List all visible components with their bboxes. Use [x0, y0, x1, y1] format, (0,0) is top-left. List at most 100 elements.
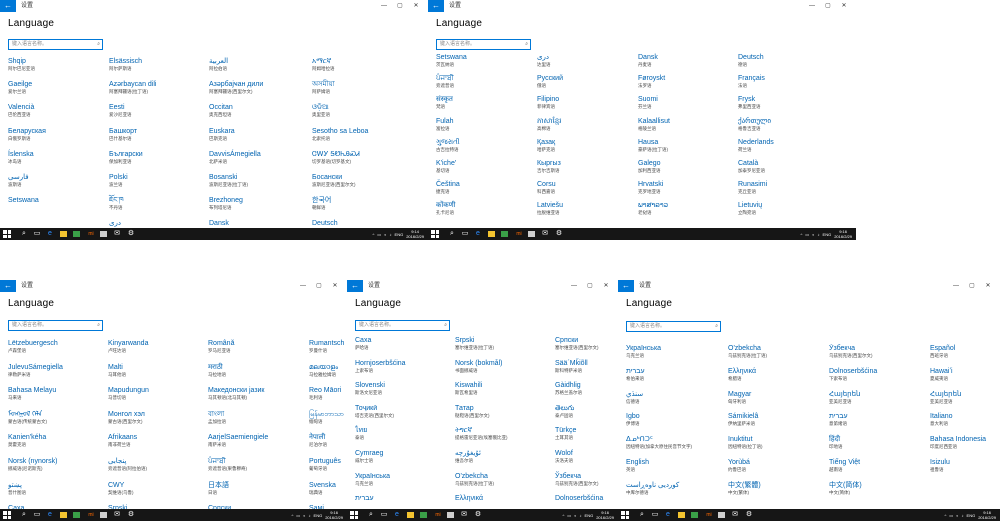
language-item[interactable]: Dansk	[209, 219, 229, 228]
language-item[interactable]: Frysk 弗里西亚语	[738, 95, 761, 110]
language-item[interactable]: Gaeilge 爱尔兰语	[8, 80, 32, 95]
language-item[interactable]: Brezhoneg 布列塔尼语	[209, 196, 243, 211]
windows-start-icon[interactable]	[350, 511, 358, 519]
back-button[interactable]: ←	[347, 280, 363, 292]
language-item[interactable]: Кыргыз 吉尔吉斯语	[537, 159, 561, 174]
language-item[interactable]: Setswana	[8, 196, 39, 205]
language-item[interactable]: Gàidhlig 苏格兰盖尔语	[555, 381, 582, 396]
tray-network-icon[interactable]: ◐	[303, 513, 305, 518]
language-item[interactable]: Türkçe 土耳其语	[555, 426, 576, 441]
language-item[interactable]: ᐃᓄᒃᑎᑐᑦ 因纽特语(加拿大原住民音节文字)	[626, 435, 692, 450]
language-item[interactable]: Inuktitut 因纽特语(拉丁语)	[728, 435, 763, 450]
task-view-icon[interactable]: ▭	[33, 230, 41, 238]
language-item[interactable]: Lietuvių 立陶宛语	[738, 201, 762, 216]
language-item[interactable]: Азәрбајҹан дили 阿塞拜疆语(西里尔文)	[209, 80, 263, 95]
maximize-button[interactable]: ▢	[311, 280, 327, 292]
language-item[interactable]: ཇོང་ཁ 不丹语	[109, 196, 124, 211]
window-icon[interactable]	[100, 512, 107, 518]
language-item[interactable]: ພາສາລາວ 老挝语	[638, 201, 668, 216]
close-button[interactable]: ✕	[980, 280, 996, 292]
edge-icon[interactable]: e	[664, 511, 672, 519]
search-icon[interactable]: ⌕	[97, 41, 100, 48]
close-button[interactable]: ✕	[836, 0, 852, 12]
maximize-button[interactable]: ▢	[964, 280, 980, 292]
search-icon[interactable]: ⌕	[448, 230, 456, 238]
input-language[interactable]: ENG	[823, 232, 832, 237]
language-item[interactable]: Reo Māori 毛利语	[309, 386, 341, 401]
language-item[interactable]: עברית 意第绪语	[829, 412, 848, 427]
language-item[interactable]: Slovenski 斯洛文尼亚语	[355, 381, 385, 396]
language-item[interactable]: Čeština 捷克语	[436, 180, 460, 195]
settings-gear-icon[interactable]: ⚙	[127, 511, 135, 519]
search-icon[interactable]: ⌕	[20, 230, 28, 238]
language-item[interactable]: 中文(繁體) 中文(繁体)	[728, 481, 761, 496]
language-item[interactable]: Hausa 豪萨语(拉丁语)	[638, 138, 668, 153]
language-item[interactable]: Українська 乌克兰语	[355, 472, 390, 487]
clock[interactable]: 9:16 2016/2/29	[325, 510, 343, 520]
language-item[interactable]: ᏣᎳᎩ ᎦᏬᏂᎯᏍᏗ 切罗基语(切罗基文)	[312, 150, 360, 165]
language-item[interactable]: Dansk 丹麦语	[638, 53, 658, 68]
mail-icon[interactable]: ✉	[113, 230, 121, 238]
mi-app-icon[interactable]: mi	[515, 230, 523, 238]
language-item[interactable]: ភាសាខ្មែរ 高棉语	[537, 117, 561, 132]
maximize-button[interactable]: ▢	[392, 0, 408, 12]
input-language[interactable]: ENG	[585, 513, 594, 518]
language-item[interactable]: ગુજરાતી 古吉拉特语	[436, 138, 460, 153]
language-item[interactable]: Isizulu 祖鲁语	[930, 458, 950, 473]
language-item[interactable]: Azərbaycan dili 阿塞拜疆语(拉丁语)	[109, 80, 156, 95]
language-item[interactable]: עברית 希伯来语	[626, 367, 645, 382]
language-item[interactable]: O'zbekcha 乌兹别克语(拉丁语)	[455, 472, 494, 487]
language-item[interactable]: বাংলা 孟加拉语	[208, 410, 226, 425]
edge-icon[interactable]: e	[393, 511, 401, 519]
language-item[interactable]: O'zbekcha 乌兹别克语(拉丁语)	[728, 344, 767, 359]
language-item[interactable]: دری	[109, 219, 121, 228]
language-item[interactable]: Rumantsch 罗曼什语	[309, 339, 344, 354]
language-item[interactable]: Elsässisch 阿尔萨斯语	[109, 57, 142, 72]
language-item[interactable]: Български 保加利亚语	[109, 150, 143, 165]
language-item[interactable]: Wolof 沃洛夫语	[555, 449, 573, 464]
language-item[interactable]: Corsu 科西嘉语	[537, 180, 556, 195]
language-item[interactable]: Galego 加利西亚语	[638, 159, 661, 174]
minimize-button[interactable]: —	[804, 0, 820, 12]
folder-icon[interactable]	[678, 512, 685, 518]
language-item[interactable]: 日本語 日语	[208, 481, 229, 496]
language-item[interactable]: Bosanski 波斯尼亚语(拉丁语)	[209, 173, 248, 188]
folder-icon[interactable]	[60, 512, 67, 518]
language-item[interactable]: မြန်မာဘာသာ 缅甸语	[309, 410, 344, 425]
language-item[interactable]: Hrvatski 克罗地亚语	[638, 180, 663, 195]
language-item[interactable]: Српски 塞尔维亚语(西里尔文)	[555, 336, 599, 351]
language-item[interactable]: नेपाली 尼泊尔语	[309, 433, 327, 448]
search-input[interactable]: 键入语言名称。 ⌕	[355, 320, 450, 331]
language-item[interactable]: Українська 乌克兰语	[626, 344, 661, 359]
language-item[interactable]: Sesotho sa Leboa 北索托语	[312, 127, 368, 142]
window-icon[interactable]	[718, 512, 725, 518]
language-item[interactable]: ئۇيغۇرچە 维吾尔语	[455, 449, 481, 464]
windows-start-icon[interactable]	[3, 511, 11, 519]
folder-icon[interactable]	[407, 512, 414, 518]
back-button[interactable]: ←	[0, 0, 16, 12]
back-button[interactable]: ←	[0, 280, 16, 292]
language-item[interactable]: Deutsch	[312, 219, 338, 228]
close-button[interactable]: ✕	[327, 280, 343, 292]
search-icon[interactable]: ⌕	[97, 322, 100, 329]
language-item[interactable]: Eesti 爱沙尼亚语	[109, 103, 132, 118]
close-button[interactable]: ✕	[598, 280, 614, 292]
language-item[interactable]: Македонски јазик 马其顿语(北马其顿)	[208, 386, 265, 401]
windows-start-icon[interactable]	[3, 230, 11, 238]
input-language[interactable]: ENG	[967, 513, 976, 518]
back-button[interactable]: ←	[428, 0, 444, 12]
language-item[interactable]: Тоҷикӣ 塔吉克语(西里尔文)	[355, 404, 394, 419]
language-item[interactable]: Runasimi 克丘亚语	[738, 180, 767, 195]
language-item[interactable]: Malti 马耳他语	[108, 363, 126, 378]
language-item[interactable]: Татар 鞑靼语(西里尔文)	[455, 404, 490, 419]
language-item[interactable]: Հայերեն 亚美尼亚语	[930, 390, 961, 405]
language-item[interactable]: Ελληνικά 希腊语	[728, 367, 756, 382]
tray-battery-icon[interactable]: ▭	[377, 232, 381, 237]
language-item[interactable]: Kalaallisut 格陵兰语	[638, 117, 670, 132]
language-item[interactable]: Ελληνικά	[455, 494, 483, 503]
language-item[interactable]: Босански 波斯尼亚语(西里尔文)	[312, 173, 356, 188]
clock[interactable]: 9:16 2016/2/29	[978, 510, 996, 520]
minimize-button[interactable]: —	[376, 0, 392, 12]
language-item[interactable]: Română 罗马尼亚语	[208, 339, 234, 354]
search-icon[interactable]: ⌕	[525, 41, 528, 48]
